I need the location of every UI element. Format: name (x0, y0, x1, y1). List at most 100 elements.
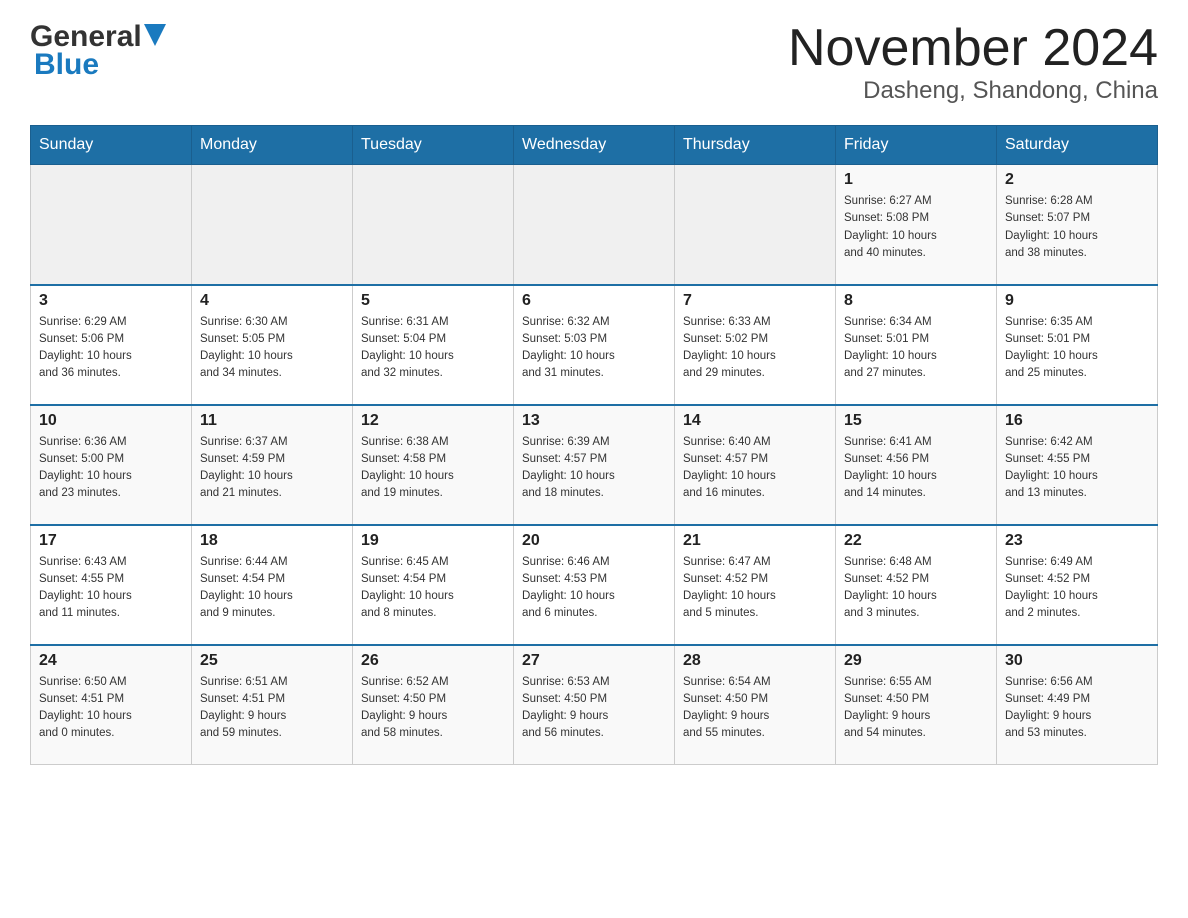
day-info: Sunrise: 6:49 AM Sunset: 4:52 PM Dayligh… (1005, 554, 1149, 623)
day-info: Sunrise: 6:56 AM Sunset: 4:49 PM Dayligh… (1005, 674, 1149, 743)
calendar-week-row: 17 Sunrise: 6:43 AM Sunset: 4:55 PM Dayli… (31, 525, 1158, 645)
day-number: 10 (39, 412, 183, 430)
calendar-cell (192, 165, 353, 285)
day-info: Sunrise: 6:36 AM Sunset: 5:00 PM Dayligh… (39, 434, 183, 503)
day-number: 14 (683, 412, 827, 430)
day-info: Sunrise: 6:34 AM Sunset: 5:01 PM Dayligh… (844, 314, 988, 383)
day-info: Sunrise: 6:35 AM Sunset: 5:01 PM Dayligh… (1005, 314, 1149, 383)
calendar-cell: 26 Sunrise: 6:52 AM Sunset: 4:50 PM Dayli… (353, 645, 514, 765)
day-info: Sunrise: 6:47 AM Sunset: 4:52 PM Dayligh… (683, 554, 827, 623)
day-number: 23 (1005, 532, 1149, 550)
day-number: 26 (361, 652, 505, 670)
day-info: Sunrise: 6:40 AM Sunset: 4:57 PM Dayligh… (683, 434, 827, 503)
day-info: Sunrise: 6:42 AM Sunset: 4:55 PM Dayligh… (1005, 434, 1149, 503)
calendar-cell (353, 165, 514, 285)
day-number: 9 (1005, 292, 1149, 310)
day-number: 5 (361, 292, 505, 310)
day-number: 20 (522, 532, 666, 550)
calendar-cell: 20 Sunrise: 6:46 AM Sunset: 4:53 PM Dayli… (514, 525, 675, 645)
day-info: Sunrise: 6:33 AM Sunset: 5:02 PM Dayligh… (683, 314, 827, 383)
day-number: 22 (844, 532, 988, 550)
column-header-friday: Friday (836, 126, 997, 165)
calendar-cell: 27 Sunrise: 6:53 AM Sunset: 4:50 PM Dayli… (514, 645, 675, 765)
day-number: 11 (200, 412, 344, 430)
title-section: November 2024 Dasheng, Shandong, China (788, 20, 1158, 105)
calendar-cell: 25Sunrise: 6:51 AM Sunset: 4:51 PM Dayli… (192, 645, 353, 765)
day-info: Sunrise: 6:38 AM Sunset: 4:58 PM Dayligh… (361, 434, 505, 503)
calendar-cell: 21 Sunrise: 6:47 AM Sunset: 4:52 PM Dayli… (675, 525, 836, 645)
day-number: 21 (683, 532, 827, 550)
calendar-cell (31, 165, 192, 285)
day-number: 30 (1005, 652, 1149, 670)
day-info: Sunrise: 6:44 AM Sunset: 4:54 PM Dayligh… (200, 554, 344, 623)
calendar-week-row: 3 Sunrise: 6:29 AM Sunset: 5:06 PM Daylig… (31, 285, 1158, 405)
day-number: 12 (361, 412, 505, 430)
calendar-cell: 29Sunrise: 6:55 AM Sunset: 4:50 PM Dayli… (836, 645, 997, 765)
day-number: 24 (39, 652, 183, 670)
day-number: 17 (39, 532, 183, 550)
day-number: 28 (683, 652, 827, 670)
day-info: Sunrise: 6:30 AM Sunset: 5:05 PM Dayligh… (200, 314, 344, 383)
calendar-cell: 18 Sunrise: 6:44 AM Sunset: 4:54 PM Dayli… (192, 525, 353, 645)
day-info: Sunrise: 6:54 AM Sunset: 4:50 PM Dayligh… (683, 674, 827, 743)
calendar-cell: 6 Sunrise: 6:32 AM Sunset: 5:03 PM Daylig… (514, 285, 675, 405)
day-info: Sunrise: 6:52 AM Sunset: 4:50 PM Dayligh… (361, 674, 505, 743)
month-title: November 2024 (788, 20, 1158, 77)
calendar-cell: 13 Sunrise: 6:39 AM Sunset: 4:57 PM Dayli… (514, 405, 675, 525)
page-header: General Blue November 2024 Dasheng, Shan… (30, 20, 1158, 105)
day-number: 6 (522, 292, 666, 310)
day-number: 2 (1005, 171, 1149, 189)
day-number: 16 (1005, 412, 1149, 430)
column-header-saturday: Saturday (997, 126, 1158, 165)
calendar-cell (514, 165, 675, 285)
calendar-table: SundayMondayTuesdayWednesdayThursdayFrid… (30, 125, 1158, 765)
calendar-cell: 2Sunrise: 6:28 AM Sunset: 5:07 PM Daylig… (997, 165, 1158, 285)
day-info: Sunrise: 6:39 AM Sunset: 4:57 PM Dayligh… (522, 434, 666, 503)
day-number: 27 (522, 652, 666, 670)
day-info: Sunrise: 6:43 AM Sunset: 4:55 PM Dayligh… (39, 554, 183, 623)
calendar-cell: 30 Sunrise: 6:56 AM Sunset: 4:49 PM Dayli… (997, 645, 1158, 765)
day-number: 13 (522, 412, 666, 430)
calendar-cell: 12 Sunrise: 6:38 AM Sunset: 4:58 PM Dayli… (353, 405, 514, 525)
day-number: 18 (200, 532, 344, 550)
calendar-week-row: 24Sunrise: 6:50 AM Sunset: 4:51 PM Dayli… (31, 645, 1158, 765)
calendar-cell: 28 Sunrise: 6:54 AM Sunset: 4:50 PM Dayli… (675, 645, 836, 765)
column-header-wednesday: Wednesday (514, 126, 675, 165)
day-number: 8 (844, 292, 988, 310)
calendar-cell: 23 Sunrise: 6:49 AM Sunset: 4:52 PM Dayli… (997, 525, 1158, 645)
day-info: Sunrise: 6:27 AM Sunset: 5:08 PM Dayligh… (844, 193, 988, 262)
logo-triangle-icon (144, 24, 166, 46)
day-info: Sunrise: 6:48 AM Sunset: 4:52 PM Dayligh… (844, 554, 988, 623)
calendar-cell: 14 Sunrise: 6:40 AM Sunset: 4:57 PM Dayli… (675, 405, 836, 525)
day-number: 1 (844, 171, 988, 189)
column-header-tuesday: Tuesday (353, 126, 514, 165)
day-info: Sunrise: 6:53 AM Sunset: 4:50 PM Dayligh… (522, 674, 666, 743)
calendar-cell: 1 Sunrise: 6:27 AM Sunset: 5:08 PM Daylig… (836, 165, 997, 285)
calendar-cell: 22 Sunrise: 6:48 AM Sunset: 4:52 PM Dayli… (836, 525, 997, 645)
day-info: Sunrise: 6:41 AM Sunset: 4:56 PM Dayligh… (844, 434, 988, 503)
column-header-monday: Monday (192, 126, 353, 165)
logo-blue-text: Blue (30, 48, 99, 82)
calendar-cell: 8 Sunrise: 6:34 AM Sunset: 5:01 PM Daylig… (836, 285, 997, 405)
calendar-cell: 4 Sunrise: 6:30 AM Sunset: 5:05 PM Daylig… (192, 285, 353, 405)
day-info: Sunrise: 6:46 AM Sunset: 4:53 PM Dayligh… (522, 554, 666, 623)
column-header-thursday: Thursday (675, 126, 836, 165)
day-number: 3 (39, 292, 183, 310)
day-number: 19 (361, 532, 505, 550)
calendar-week-row: 10 Sunrise: 6:36 AM Sunset: 5:00 PM Dayli… (31, 405, 1158, 525)
calendar-cell (675, 165, 836, 285)
day-number: 29 (844, 652, 988, 670)
calendar-cell: 11Sunrise: 6:37 AM Sunset: 4:59 PM Dayli… (192, 405, 353, 525)
day-info: Sunrise: 6:31 AM Sunset: 5:04 PM Dayligh… (361, 314, 505, 383)
calendar-cell: 7Sunrise: 6:33 AM Sunset: 5:02 PM Daylig… (675, 285, 836, 405)
calendar-cell: 3 Sunrise: 6:29 AM Sunset: 5:06 PM Daylig… (31, 285, 192, 405)
calendar-cell: 9 Sunrise: 6:35 AM Sunset: 5:01 PM Daylig… (997, 285, 1158, 405)
day-info: Sunrise: 6:29 AM Sunset: 5:06 PM Dayligh… (39, 314, 183, 383)
calendar-cell: 17 Sunrise: 6:43 AM Sunset: 4:55 PM Dayli… (31, 525, 192, 645)
column-header-sunday: Sunday (31, 126, 192, 165)
day-info: Sunrise: 6:51 AM Sunset: 4:51 PM Dayligh… (200, 674, 344, 743)
calendar-header-row: SundayMondayTuesdayWednesdayThursdayFrid… (31, 126, 1158, 165)
day-number: 4 (200, 292, 344, 310)
day-info: Sunrise: 6:32 AM Sunset: 5:03 PM Dayligh… (522, 314, 666, 383)
day-info: Sunrise: 6:45 AM Sunset: 4:54 PM Dayligh… (361, 554, 505, 623)
